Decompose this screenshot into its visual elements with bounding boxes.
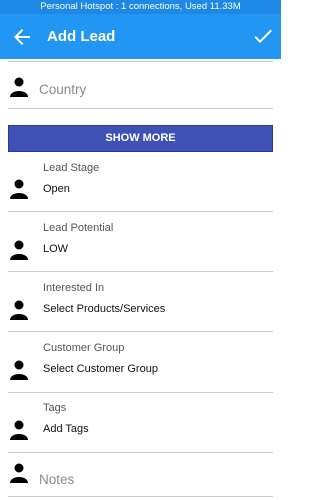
notes-placeholder: Notes (39, 472, 75, 487)
lead-potential-label: Lead Potential (43, 222, 114, 234)
divider (8, 331, 273, 332)
person-icon (10, 77, 28, 97)
back-arrow-icon[interactable] (10, 25, 34, 49)
status-bar-text: Personal Hotspot : 1 connections, Used 1… (40, 1, 241, 12)
show-more-label: SHOW MORE (105, 132, 176, 144)
person-icon (10, 360, 28, 380)
tags-label: Tags (43, 402, 67, 414)
page-title: Add Lead (47, 28, 116, 45)
divider (8, 61, 273, 62)
divider (8, 108, 273, 109)
divider (8, 211, 273, 212)
divider (8, 496, 273, 497)
divider (8, 452, 273, 453)
customer-group-value: Select Customer Group (43, 363, 158, 375)
customer-group-label: Customer Group (43, 342, 125, 354)
person-icon (10, 420, 28, 440)
person-icon (10, 240, 28, 260)
tags-value: Add Tags (43, 423, 89, 435)
person-icon (10, 463, 28, 483)
divider (8, 392, 273, 393)
lead-potential-value: LOW (43, 243, 69, 255)
country-placeholder: Country (39, 82, 87, 97)
interested-in-value: Select Products/Services (43, 303, 166, 315)
status-bar: Personal Hotspot : 1 connections, Used 1… (0, 0, 281, 14)
person-icon (10, 179, 28, 199)
divider (8, 271, 273, 272)
show-more-button[interactable]: SHOW MORE (8, 125, 273, 152)
interested-in-label: Interested In (43, 282, 105, 294)
app-bar: Add Lead (0, 14, 281, 59)
save-check-icon[interactable] (251, 24, 275, 48)
person-icon (10, 300, 28, 320)
lead-stage-label: Lead Stage (43, 162, 100, 174)
lead-stage-value: Open (43, 183, 70, 195)
